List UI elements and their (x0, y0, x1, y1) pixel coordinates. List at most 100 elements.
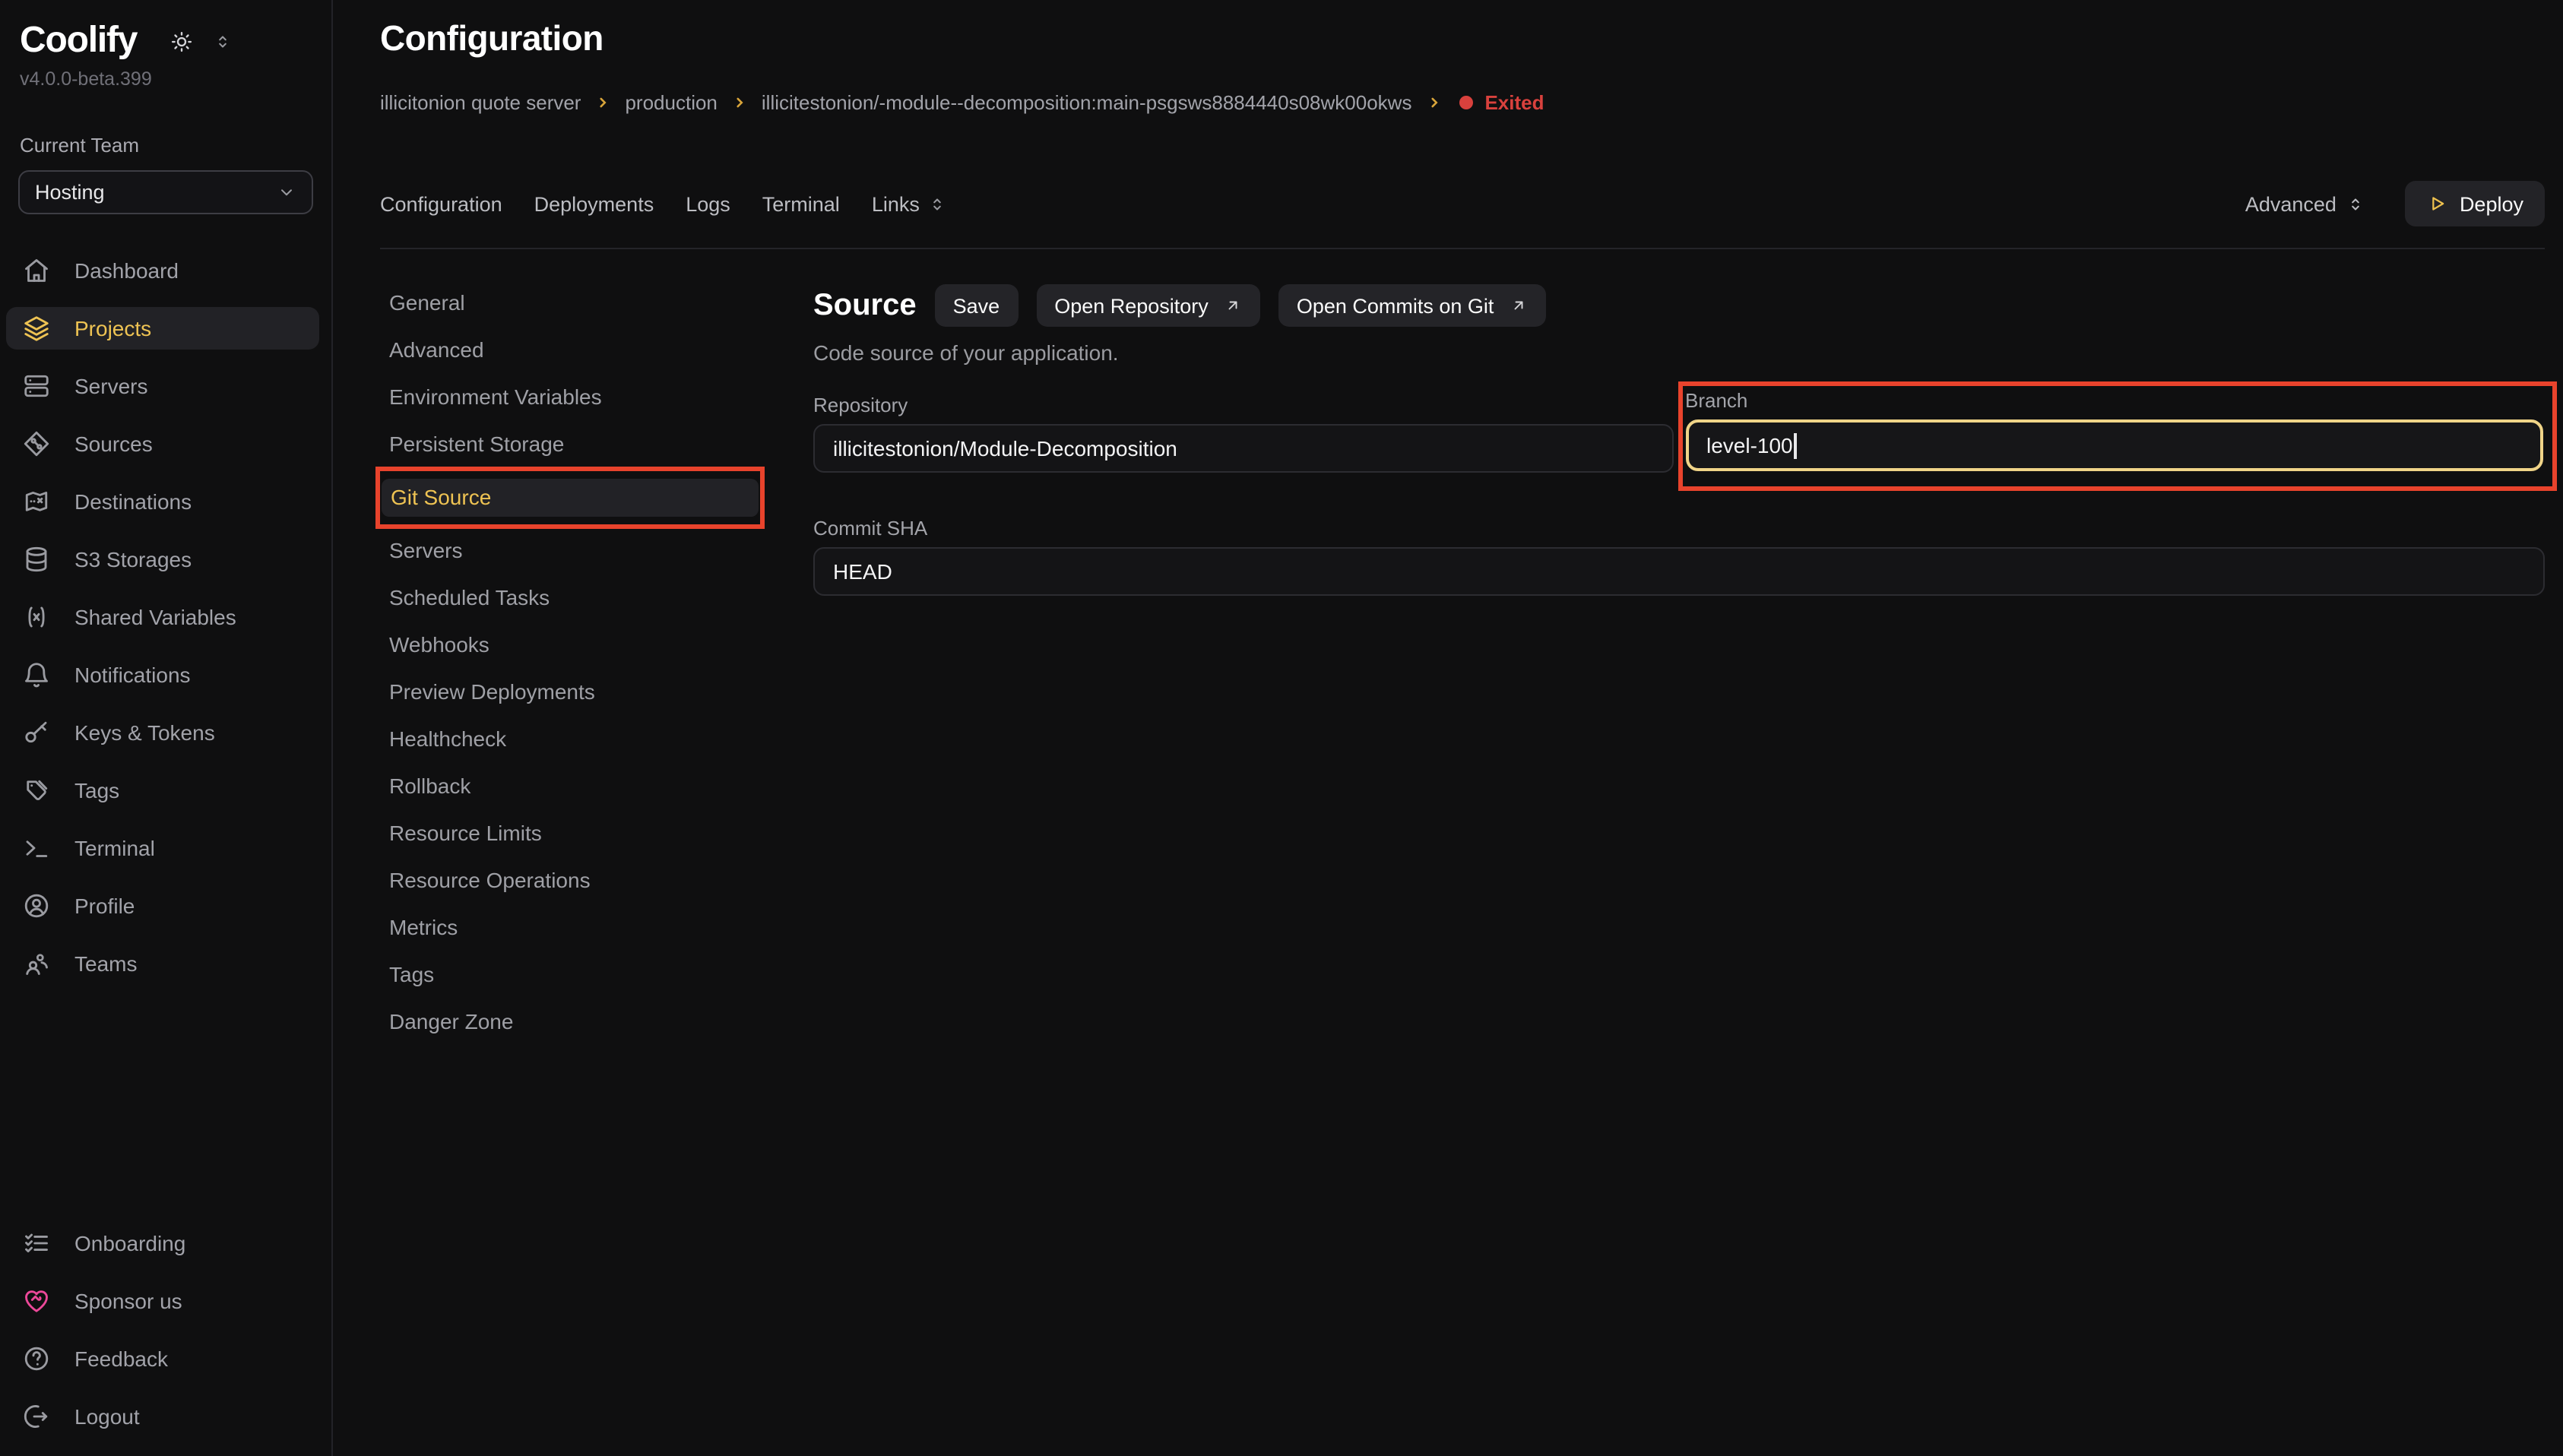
breadcrumb-item[interactable]: illicitestonion/-module--decomposition:m… (762, 91, 1412, 114)
chevrons-up-down-icon (927, 194, 947, 214)
tab-terminal[interactable]: Terminal (762, 192, 840, 215)
subnav-item-resource-limits[interactable]: Resource Limits (380, 815, 760, 853)
deploy-button[interactable]: Deploy (2405, 181, 2545, 226)
theme-sun-icon[interactable] (170, 30, 193, 52)
breadcrumb-item[interactable]: illicitonion quote server (380, 91, 581, 114)
sidebar-item-label: Profile (74, 894, 135, 918)
sidebar-item-projects[interactable]: Projects (6, 307, 319, 350)
branch-input[interactable]: level-100 (1685, 419, 2543, 471)
subnav-item-rollback[interactable]: Rollback (380, 768, 760, 806)
repository-input[interactable] (813, 424, 1673, 473)
advanced-dropdown[interactable]: Advanced (2245, 192, 2365, 215)
sidebar-item-label: S3 Storages (74, 547, 192, 571)
subnav-item-healthcheck[interactable]: Healthcheck (380, 720, 760, 758)
tab-logs[interactable]: Logs (686, 192, 730, 215)
source-panel: Source Save Open Repository Open Commits… (813, 284, 2545, 596)
sidebar-item-label: Logout (74, 1404, 140, 1429)
tab-bar: Configuration Deployments Logs Terminal Link… (380, 181, 2545, 249)
sidebar-item-terminal[interactable]: Terminal (6, 827, 319, 869)
sidebar-item-label: Notifications (74, 663, 191, 687)
save-button[interactable]: Save (935, 284, 1019, 327)
sidebar-item-shared-variables[interactable]: Shared Variables (6, 596, 319, 638)
sidebar-item-destinations[interactable]: Destinations (6, 480, 319, 523)
sidebar-item-s3-storages[interactable]: S3 Storages (6, 538, 319, 581)
sidebar-item-keys-tokens[interactable]: Keys & Tokens (6, 711, 319, 754)
subnav-item-servers[interactable]: Servers (380, 532, 760, 570)
sidebar-item-sponsor-us[interactable]: Sponsor us (6, 1280, 319, 1322)
tab-links[interactable]: Links (872, 192, 947, 215)
sidebar-item-label: Terminal (74, 836, 155, 860)
tab-deployments[interactable]: Deployments (534, 192, 654, 215)
subnav-item-git-source[interactable]: Git Source (382, 479, 759, 517)
section-description: Code source of your application. (813, 340, 2545, 365)
sidebar-item-label: Tags (74, 778, 119, 802)
sidebar-item-sources[interactable]: Sources (6, 423, 319, 465)
subnav-item-environment-variables[interactable]: Environment Variables (380, 378, 760, 416)
subnav-item-advanced[interactable]: Advanced (380, 331, 760, 369)
chevron-right-icon (594, 94, 611, 111)
checklist-icon (23, 1230, 50, 1257)
logout-icon (23, 1403, 50, 1430)
subnav-item-general[interactable]: General (380, 284, 760, 322)
status-badge: Exited (1459, 91, 1544, 114)
breadcrumb: illicitonion quote server production illic… (380, 91, 2545, 114)
status-dot-icon (1459, 96, 1472, 109)
section-title: Source (813, 288, 917, 323)
sidebar-item-notifications[interactable]: Notifications (6, 654, 319, 696)
open-repository-button[interactable]: Open Repository (1036, 284, 1260, 327)
subnav-item-scheduled-tasks[interactable]: Scheduled Tasks (380, 579, 760, 617)
team-select-value: Hosting (35, 181, 105, 204)
status-label: Exited (1484, 91, 1544, 114)
main-area: Configuration illicitonion quote server p… (333, 0, 2563, 1456)
team-select[interactable]: Hosting (18, 170, 313, 214)
sidebar-item-label: Servers (74, 374, 147, 398)
annotation-box-branch: Branch level-100 (1678, 381, 2557, 491)
sidebar-item-label: Feedback (74, 1347, 168, 1371)
users-icon (23, 950, 50, 977)
sidebar-item-feedback[interactable]: Feedback (6, 1337, 319, 1380)
page-title: Configuration (380, 18, 2545, 59)
sidebar-footer-nav: Onboarding Sponsor us Feedback Logout (0, 1222, 331, 1438)
database-icon (23, 546, 50, 573)
sidebar-item-label: Destinations (74, 489, 192, 514)
subnav-item-tags[interactable]: Tags (380, 956, 760, 994)
sidebar-item-dashboard[interactable]: Dashboard (6, 249, 319, 292)
repository-field: Repository (813, 394, 1673, 491)
app-window: Coolify v4.0.0-beta.399 Current Team Hos… (0, 0, 2563, 1456)
sidebar-item-label: Teams (74, 951, 137, 976)
annotation-box-git-source: Git Source (375, 467, 765, 529)
sidebar-item-label: Shared Variables (74, 605, 236, 629)
subnav-item-resource-operations[interactable]: Resource Operations (380, 862, 760, 900)
chevron-right-icon (731, 94, 748, 111)
map-icon (23, 488, 50, 515)
subnav-item-persistent-storage[interactable]: Persistent Storage (380, 426, 760, 464)
server-icon (23, 372, 50, 400)
sidebar-item-logout[interactable]: Logout (6, 1395, 319, 1438)
sidebar-item-tags[interactable]: Tags (6, 769, 319, 812)
home-icon (23, 257, 50, 284)
subnav-item-metrics[interactable]: Metrics (380, 909, 760, 947)
open-commits-button[interactable]: Open Commits on Git (1278, 284, 1546, 327)
chevron-down-icon (277, 182, 296, 202)
sidebar-item-onboarding[interactable]: Onboarding (6, 1222, 319, 1265)
commit-sha-input[interactable] (813, 547, 2545, 596)
heart-handshake-icon (23, 1287, 50, 1315)
sidebar-item-teams[interactable]: Teams (6, 942, 319, 985)
subnav-item-preview-deployments[interactable]: Preview Deployments (380, 673, 760, 711)
app-logo: Coolify (20, 20, 137, 62)
sidebar-header: Coolify (0, 20, 331, 62)
theme-chevrons-up-down-icon[interactable] (213, 31, 233, 51)
subnav-item-webhooks[interactable]: Webhooks (380, 626, 760, 664)
layers-icon (23, 315, 50, 342)
commit-sha-label: Commit SHA (813, 517, 2545, 540)
sidebar-item-label: Dashboard (74, 258, 179, 283)
sidebar-item-servers[interactable]: Servers (6, 365, 319, 407)
repository-label: Repository (813, 394, 1673, 416)
source-form: Repository Branch level-100 (813, 394, 2545, 596)
subnav-item-danger-zone[interactable]: Danger Zone (380, 1003, 760, 1041)
breadcrumb-item[interactable]: production (625, 91, 717, 114)
tab-configuration[interactable]: Configuration (380, 192, 502, 215)
help-circle-icon (23, 1345, 50, 1372)
sidebar-item-label: Keys & Tokens (74, 720, 215, 745)
sidebar-item-profile[interactable]: Profile (6, 885, 319, 927)
